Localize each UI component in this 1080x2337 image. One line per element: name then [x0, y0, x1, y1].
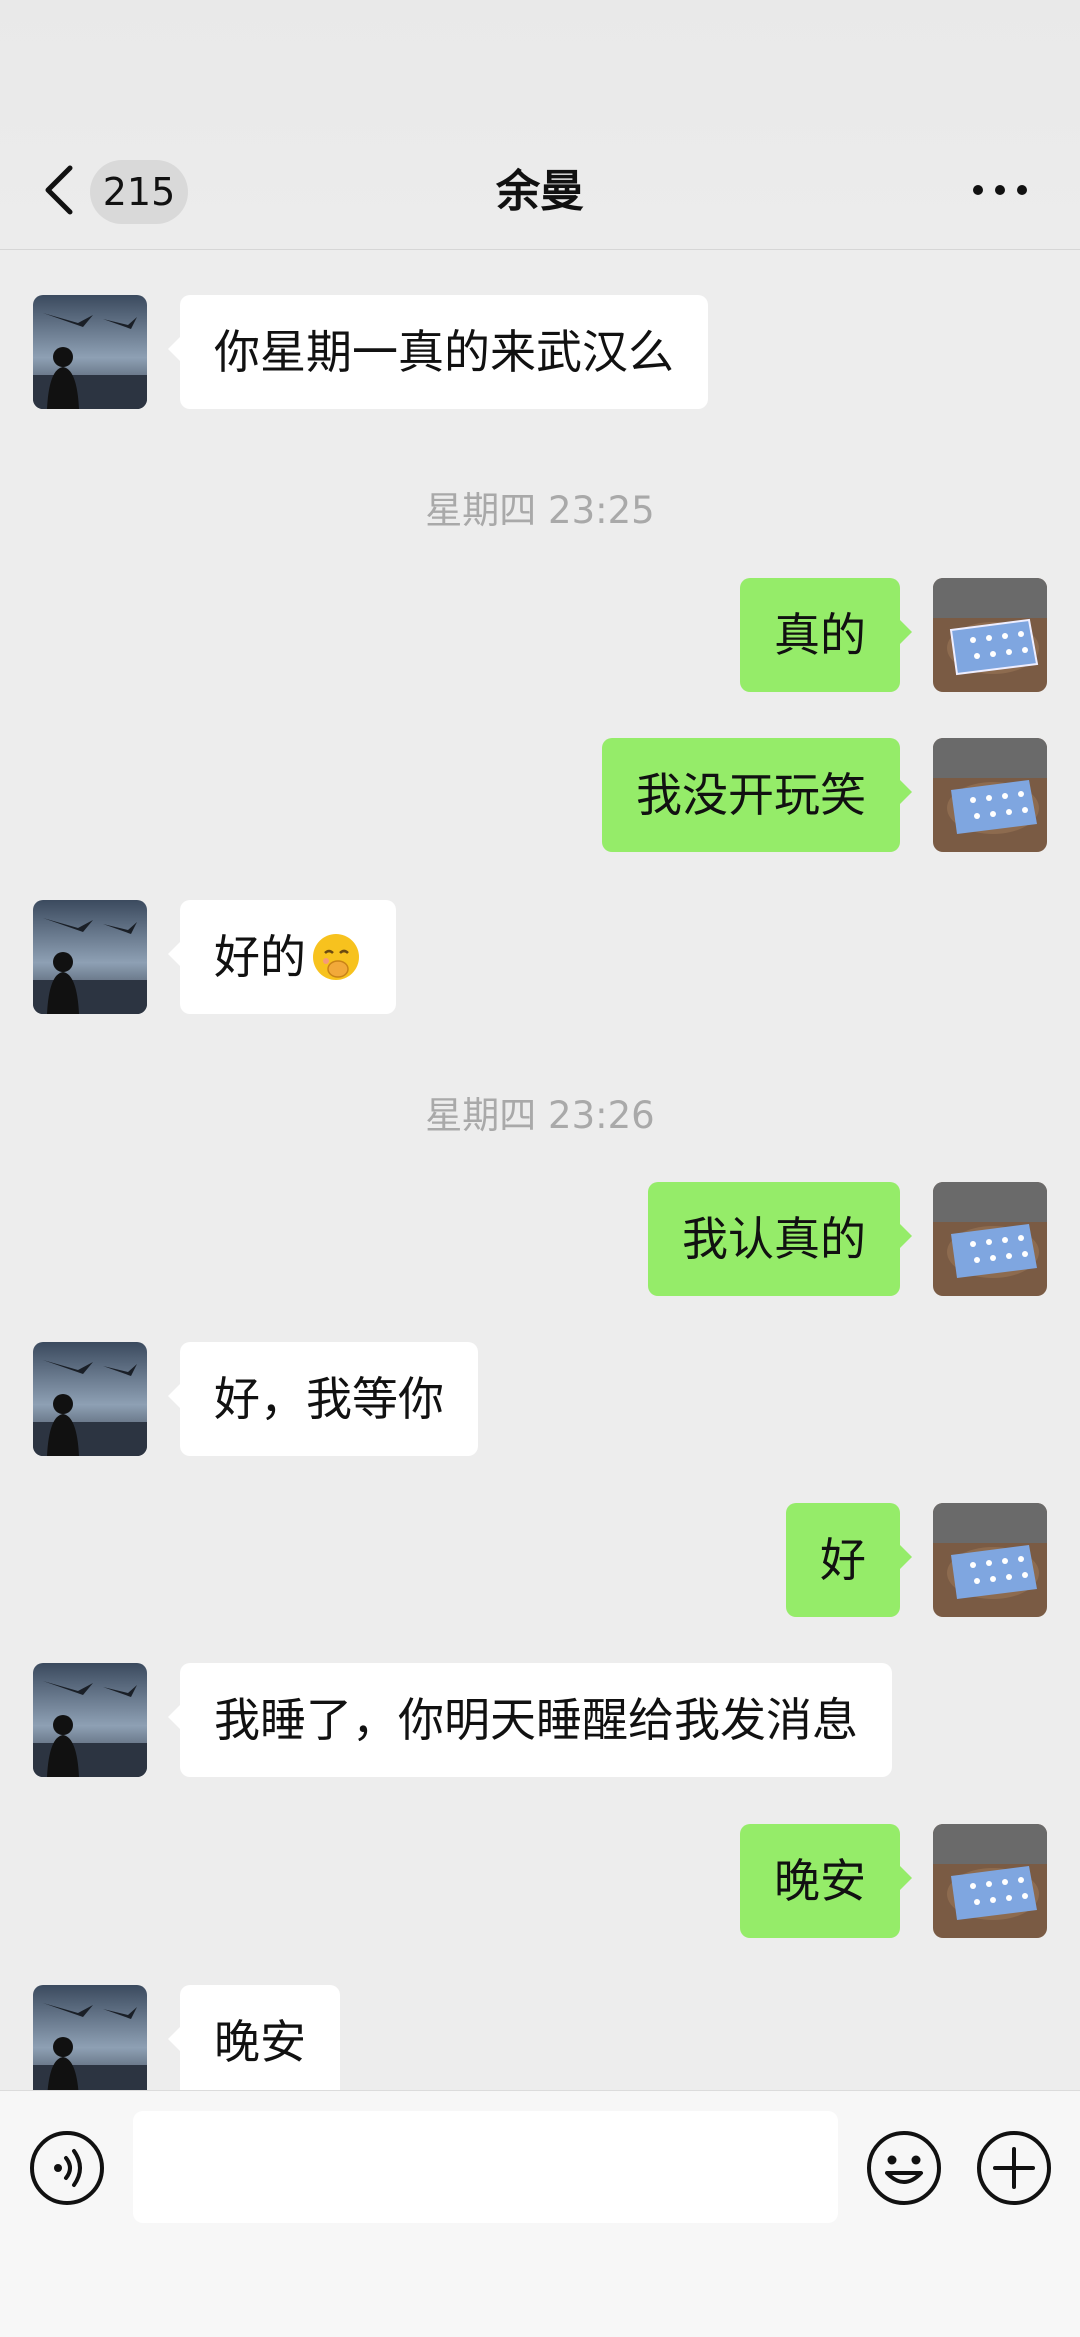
my-avatar[interactable]: [933, 1824, 1047, 1938]
message-bubble[interactable]: 我认真的: [648, 1182, 912, 1296]
my-avatar[interactable]: [933, 1503, 1047, 1617]
emoji-icon: [867, 2131, 941, 2205]
message-bubble[interactable]: 好，我等你: [168, 1342, 478, 1456]
shy-face-emoji: [313, 933, 359, 980]
contact-avatar[interactable]: [33, 1663, 147, 1777]
chat-header: 215 余曼: [0, 0, 1080, 250]
contact-avatar[interactable]: [33, 900, 147, 1014]
message-text: 我睡了，你明天睡醒给我发消息: [214, 1693, 858, 1747]
message-row-incoming: 我睡了，你明天睡醒给我发消息: [0, 1663, 1080, 1779]
plus-icon: [977, 2131, 1051, 2205]
my-avatar[interactable]: [933, 1182, 1047, 1296]
message-row-incoming: 你星期一真的来武汉么: [0, 295, 1080, 411]
message-row-outgoing: 真的: [0, 578, 1080, 694]
message-row-outgoing: 我认真的: [0, 1182, 1080, 1298]
more-button[interactable]: [970, 170, 1030, 210]
message-row-incoming: 好的: [0, 900, 1080, 1016]
message-bubble[interactable]: 晚安: [168, 1985, 340, 2090]
my-avatar[interactable]: [933, 578, 1047, 692]
contact-avatar[interactable]: [33, 1985, 147, 2090]
voice-button[interactable]: [28, 2129, 106, 2207]
message-row-incoming: 好，我等你: [0, 1342, 1080, 1458]
message-text: 我认真的: [682, 1212, 866, 1266]
message-bubble[interactable]: 好的: [168, 900, 396, 1014]
message-text: 你星期一真的来武汉么: [214, 325, 674, 379]
message-row-outgoing: 晚安: [0, 1824, 1080, 1940]
back-button[interactable]: [40, 160, 80, 220]
message-text: 真的: [774, 608, 866, 662]
unread-count-badge[interactable]: 215: [90, 160, 188, 224]
more-dots-icon: [973, 185, 1027, 195]
message-bubble[interactable]: 你星期一真的来武汉么: [168, 295, 708, 409]
contact-avatar[interactable]: [33, 295, 147, 409]
message-text: 晚安: [774, 1854, 866, 1908]
message-row-outgoing: 我没开玩笑: [0, 738, 1080, 854]
message-text: 好的: [214, 930, 306, 984]
message-bubble[interactable]: 我没开玩笑: [602, 738, 912, 852]
emoji-button[interactable]: [865, 2129, 943, 2207]
message-row-outgoing: 好: [0, 1503, 1080, 1619]
message-bubble[interactable]: 晚安: [740, 1824, 912, 1938]
message-text: 晚安: [214, 2015, 306, 2069]
contact-avatar[interactable]: [33, 1342, 147, 1456]
message-text: 我没开玩笑: [636, 768, 866, 822]
message-timestamp: 星期四 23:26: [425, 1094, 655, 1137]
input-bar: [0, 2090, 1080, 2337]
chat-message-list[interactable]: 你星期一真的来武汉么 星期四 23:25 真的 我没开玩笑 好的 星期四 23:…: [0, 250, 1080, 2090]
message-text: 好，我等你: [214, 1372, 444, 1426]
message-input[interactable]: [133, 2111, 838, 2223]
message-row-incoming: 晚安: [0, 1985, 1080, 2090]
more-functions-button[interactable]: [975, 2129, 1053, 2207]
message-text: 好: [820, 1533, 866, 1587]
message-bubble[interactable]: 我睡了，你明天睡醒给我发消息: [168, 1663, 892, 1777]
message-bubble[interactable]: 真的: [740, 578, 912, 692]
voice-icon: [30, 2131, 104, 2205]
message-timestamp: 星期四 23:25: [425, 489, 655, 532]
my-avatar[interactable]: [933, 738, 1047, 852]
message-bubble[interactable]: 好: [786, 1503, 912, 1617]
chevron-left-icon: [45, 165, 73, 215]
